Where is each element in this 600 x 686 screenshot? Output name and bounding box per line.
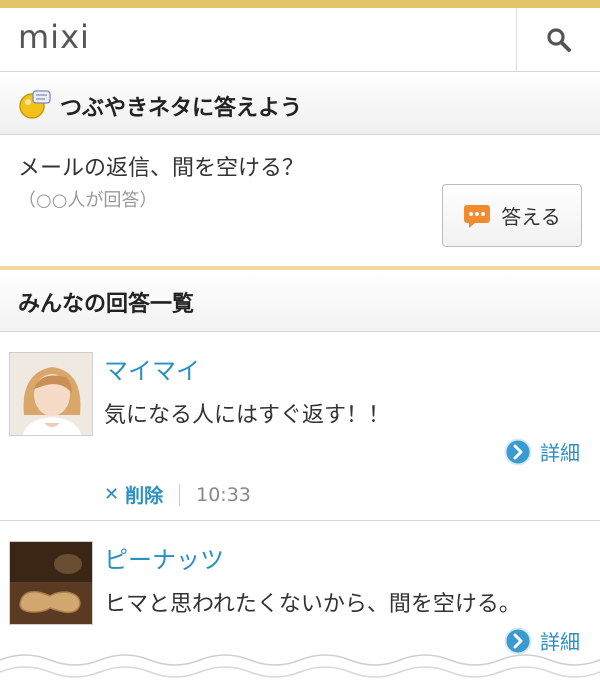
chat-bubble-icon xyxy=(464,204,491,228)
list-item: マイマイ 気になる人にはすぐ返す！！ 詳細 ✕ 削除 10:33 xyxy=(0,333,600,521)
app-header: mixi xyxy=(0,8,600,72)
peanut-photo-icon xyxy=(10,542,92,624)
top-accent-bar xyxy=(0,0,600,8)
avatar[interactable] xyxy=(9,541,93,625)
answer-button[interactable]: 答える xyxy=(442,184,582,247)
lightbulb-icon xyxy=(19,90,51,119)
chevron-right-circle-icon xyxy=(504,438,532,465)
user-name-link[interactable]: ピーナッツ xyxy=(104,540,224,575)
user-name-link[interactable]: マイマイ xyxy=(104,351,200,386)
user-photo-icon xyxy=(10,353,92,435)
delete-link[interactable]: 削除 xyxy=(125,481,163,508)
detail-link[interactable]: 詳細 xyxy=(504,437,580,466)
avatar[interactable] xyxy=(9,352,93,436)
mixi-logo[interactable]: mixi xyxy=(18,18,90,56)
answer-text: ヒマと思われたくないから、間を空ける。 xyxy=(104,592,521,617)
timestamp: 10:33 xyxy=(196,483,251,506)
separator xyxy=(179,483,181,506)
answers-list-header: みんなの回答一覧 xyxy=(0,270,600,332)
section-header: つぶやきネタに答えよう xyxy=(0,73,600,135)
close-icon: ✕ xyxy=(104,484,120,505)
question-panel: メールの返信、間を空ける？ （○○人が回答） 答える xyxy=(0,136,600,266)
answer-text: 気になる人にはすぐ返す！！ xyxy=(104,403,391,428)
detail-label: 詳細 xyxy=(540,441,580,465)
search-button[interactable] xyxy=(516,8,600,72)
section-title: つぶやきネタに答えよう xyxy=(60,96,303,121)
answer-button-label: 答える xyxy=(501,205,561,229)
torn-edge-divider xyxy=(0,654,600,686)
entry-meta: ✕ 削除 10:33 xyxy=(104,481,251,508)
search-icon xyxy=(546,28,571,52)
answers-list-title: みんなの回答一覧 xyxy=(18,292,195,317)
question-text: メールの返信、間を空ける？ xyxy=(18,156,305,181)
answer-count: （○○人が回答） xyxy=(18,190,158,211)
